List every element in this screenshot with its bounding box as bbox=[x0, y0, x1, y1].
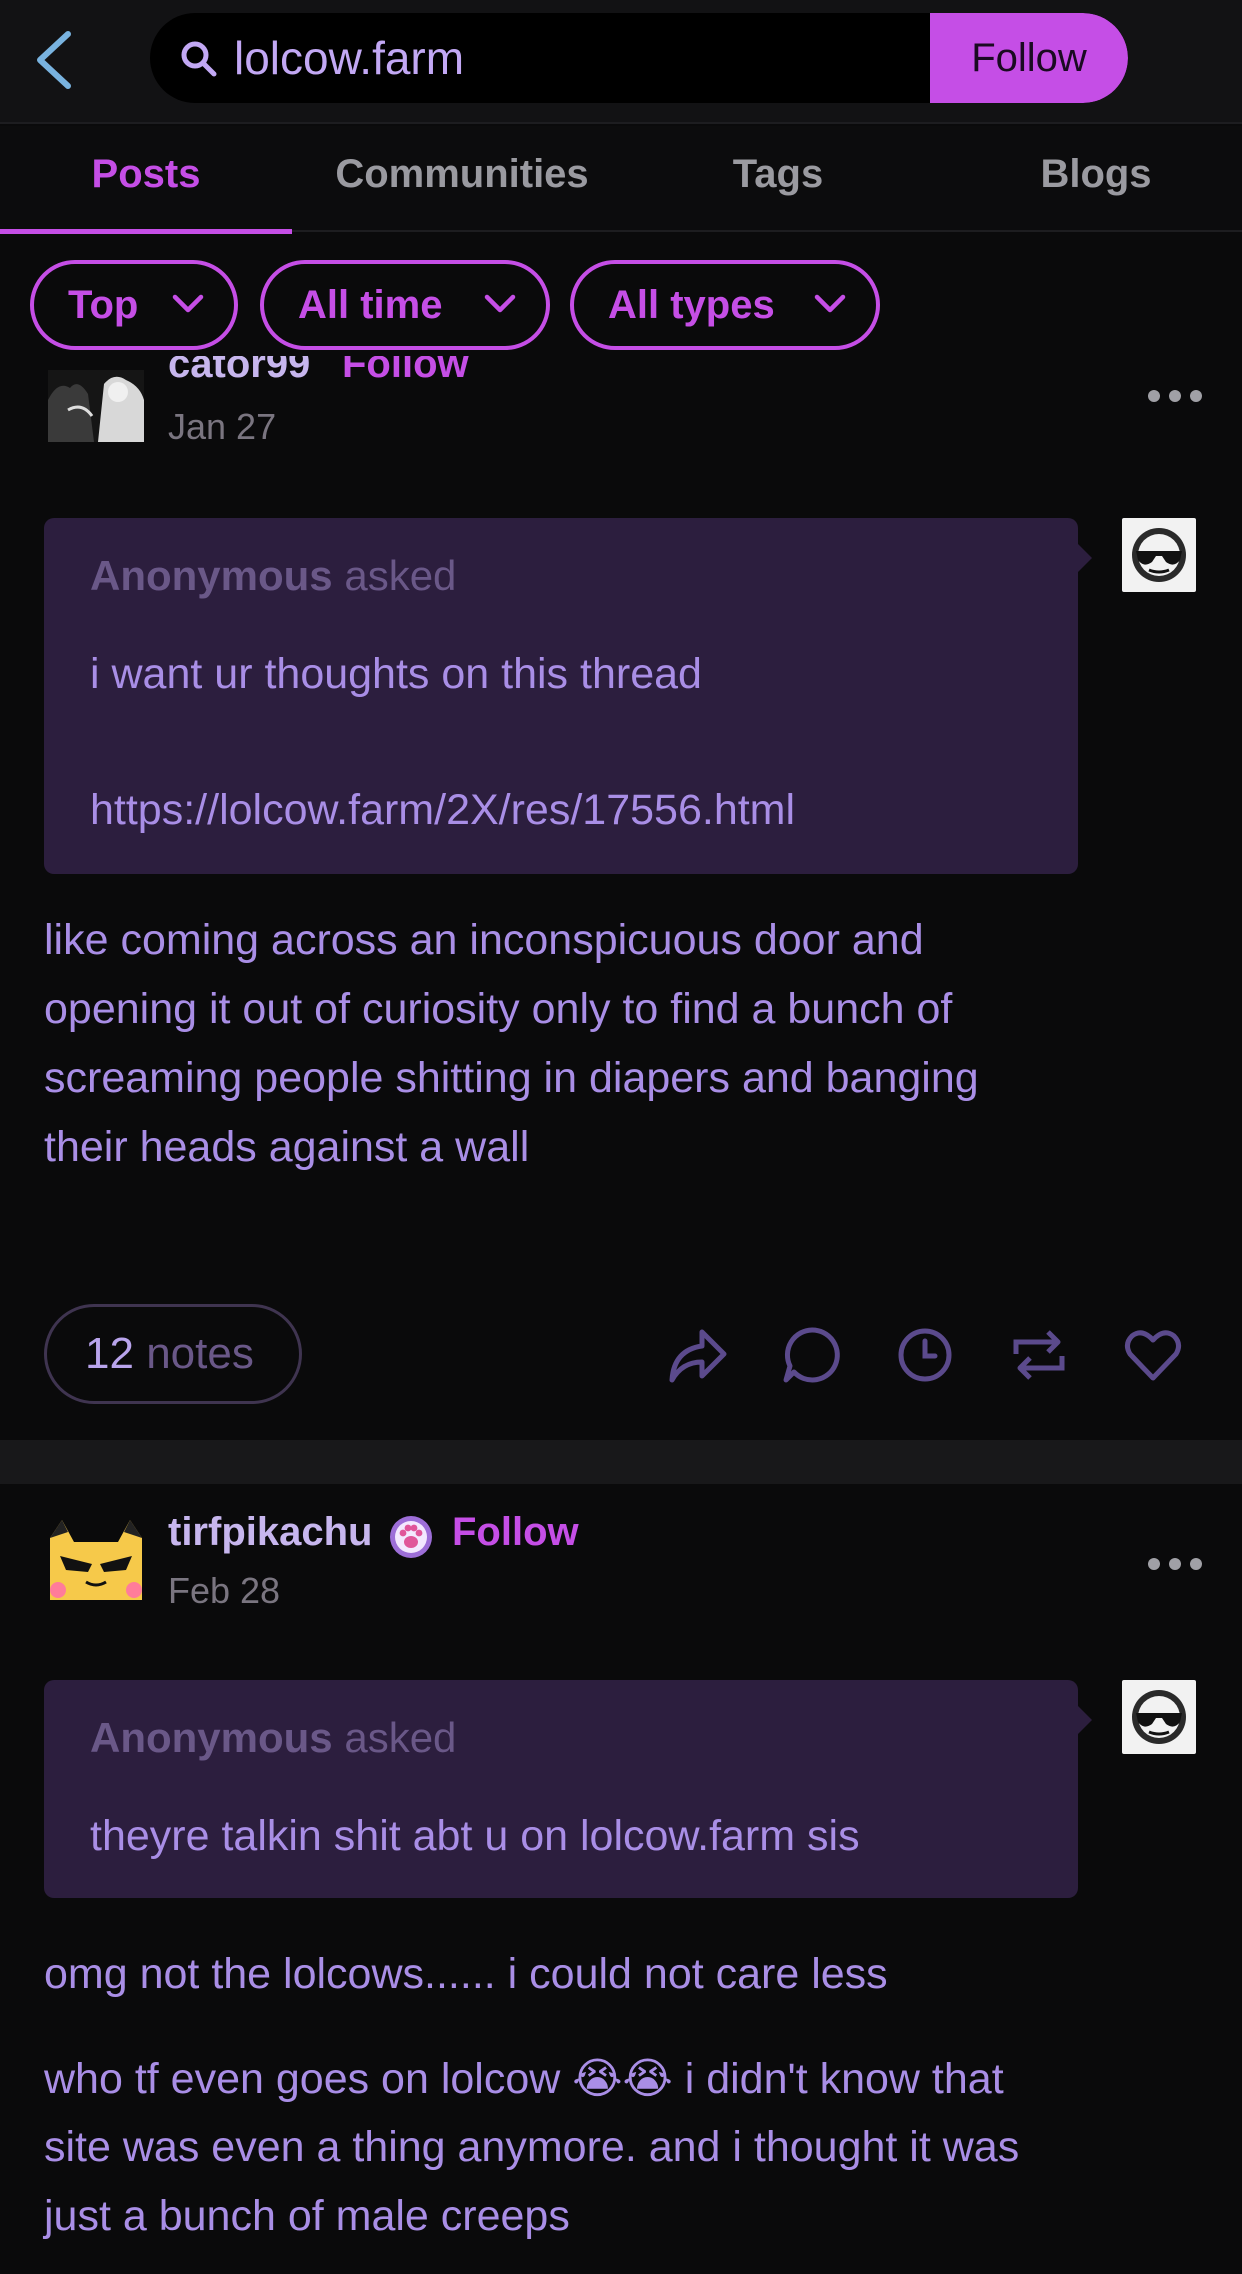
asked-label: asked bbox=[344, 1714, 457, 1761]
asker-line: Anonymous asked bbox=[90, 552, 456, 600]
tab-tags[interactable]: Tags bbox=[632, 126, 924, 232]
search-icon bbox=[181, 41, 217, 77]
post-body-line: opening it out of curiosity only to find… bbox=[44, 985, 953, 1033]
tab-blogs[interactable]: Blogs bbox=[950, 126, 1242, 232]
type-filter-chip[interactable]: All types bbox=[570, 260, 880, 350]
follow-search-button[interactable]: Follow bbox=[930, 13, 1128, 103]
post-card: tirfpikachu Follow Feb 28 Anonymous aske… bbox=[0, 1484, 1242, 2274]
asker-line: Anonymous asked bbox=[90, 1714, 456, 1762]
time-filter-label: All time bbox=[298, 283, 443, 327]
search-tabs: Posts Communities Tags Blogs bbox=[0, 126, 1242, 234]
time-filter-chip[interactable]: All time bbox=[260, 260, 550, 350]
filter-bar: Top All time All types bbox=[0, 234, 1242, 356]
ask-box: Anonymous asked theyre talkin shit abt u… bbox=[44, 1680, 1092, 1898]
post-body-line: who tf even goes on lolcow 😭😭 i didn't k… bbox=[44, 2055, 1004, 2103]
asker-name: Anonymous bbox=[90, 552, 333, 599]
post-body-line: just a bunch of male creeps bbox=[44, 2192, 570, 2240]
asker-name: Anonymous bbox=[90, 1714, 333, 1761]
heart-icon[interactable] bbox=[1122, 1324, 1184, 1386]
share-icon[interactable] bbox=[666, 1324, 728, 1386]
reply-icon[interactable] bbox=[780, 1324, 842, 1386]
post-body-line: like coming across an inconspicuous door… bbox=[44, 916, 924, 964]
back-arrow-icon[interactable] bbox=[28, 28, 84, 92]
post-body-line: omg not the lolcows...... i could not ca… bbox=[44, 1950, 888, 1998]
ask-question-text: i want ur thoughts on this thread bbox=[90, 650, 702, 698]
search-input[interactable]: lolcow.farm bbox=[234, 13, 464, 103]
tab-posts[interactable]: Posts bbox=[0, 126, 292, 234]
type-filter-label: All types bbox=[608, 283, 775, 327]
notes-count: 12 bbox=[85, 1329, 134, 1378]
chevron-down-icon bbox=[814, 294, 846, 313]
ask-link[interactable]: https://lolcow.farm/2X/res/17556.html bbox=[90, 786, 795, 835]
chevron-down-icon bbox=[484, 294, 516, 313]
anonymous-sunglasses-icon bbox=[1122, 1680, 1196, 1754]
more-options-icon[interactable] bbox=[1146, 388, 1204, 404]
sort-filter-label: Top bbox=[68, 283, 139, 327]
avatar[interactable] bbox=[48, 370, 144, 442]
post-body-line: site was even a thing anymore. and i tho… bbox=[44, 2123, 1020, 2171]
post-divider bbox=[0, 1440, 1242, 1484]
top-bar: lolcow.farm Follow bbox=[0, 0, 1242, 124]
notes-button[interactable]: 12 notes bbox=[44, 1304, 302, 1404]
post-date: Jan 27 bbox=[168, 406, 277, 447]
anonymous-sunglasses-icon bbox=[1122, 518, 1196, 592]
search-bar[interactable]: lolcow.farm Follow bbox=[150, 13, 1128, 103]
reblog-icon[interactable] bbox=[1008, 1324, 1070, 1386]
follow-user-button[interactable]: Follow bbox=[452, 1510, 579, 1555]
ask-box: Anonymous asked i want ur thoughts on th… bbox=[44, 518, 1092, 874]
paw-badge-icon bbox=[390, 1516, 432, 1558]
post-username[interactable]: tirfpikachu bbox=[168, 1510, 372, 1555]
ask-question-text: theyre talkin shit abt u on lolcow.farm … bbox=[90, 1812, 860, 1860]
chevron-down-icon bbox=[172, 294, 204, 313]
post-body-line: their heads against a wall bbox=[44, 1123, 530, 1171]
notes-label: notes bbox=[146, 1329, 254, 1378]
post-body-line: screaming people shitting in diapers and… bbox=[44, 1054, 979, 1102]
search-results-page: lolcow.farm Follow Posts Communities Tag… bbox=[0, 0, 1242, 2274]
post-date: Feb 28 bbox=[168, 1570, 281, 1611]
tab-communities[interactable]: Communities bbox=[292, 126, 632, 232]
more-options-icon[interactable] bbox=[1146, 1556, 1204, 1572]
post-card: cator99 Follow Jan 27 Anonymous asked i … bbox=[0, 342, 1242, 1440]
asked-label: asked bbox=[344, 552, 457, 599]
sort-filter-chip[interactable]: Top bbox=[30, 260, 238, 350]
avatar[interactable] bbox=[48, 1512, 144, 1600]
clock-icon[interactable] bbox=[894, 1324, 956, 1386]
